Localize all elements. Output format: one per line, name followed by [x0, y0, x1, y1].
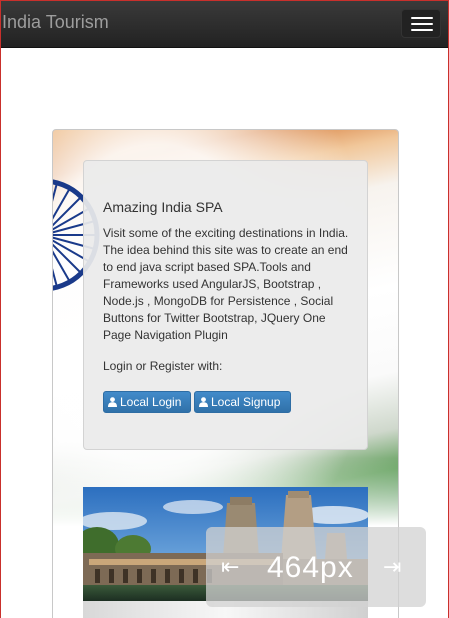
hamburger-menu-button[interactable]: [401, 9, 441, 38]
arrow-left-icon: ⇤: [221, 554, 240, 579]
viewport-width-overlay: ⇤ 464px ⇥: [206, 527, 426, 607]
user-icon: [199, 393, 208, 407]
viewport-width-label: 464px: [267, 551, 354, 584]
user-icon: [108, 393, 117, 407]
local-login-button[interactable]: Local Login: [103, 391, 191, 413]
local-signup-label: Local Signup: [211, 395, 281, 409]
navbar-brand[interactable]: India Tourism: [2, 12, 109, 32]
card-title: Amazing India SPA: [103, 199, 223, 215]
login-prompt: Login or Register with:: [103, 359, 223, 373]
intro-card: Amazing India SPA Visit some of the exci…: [83, 160, 368, 450]
arrow-right-icon: ⇥: [383, 554, 402, 579]
browser-viewport: India Tourism Amazing India SPA Visit so…: [0, 0, 449, 618]
hamburger-bar: [411, 29, 433, 31]
navbar: India Tourism: [1, 1, 448, 48]
local-login-label: Local Login: [120, 395, 182, 409]
hamburger-bar: [411, 23, 433, 25]
hamburger-menu-icon: [411, 17, 433, 19]
local-signup-button[interactable]: Local Signup: [194, 391, 291, 413]
card-description: Visit some of the exciting destinations …: [103, 226, 349, 342]
